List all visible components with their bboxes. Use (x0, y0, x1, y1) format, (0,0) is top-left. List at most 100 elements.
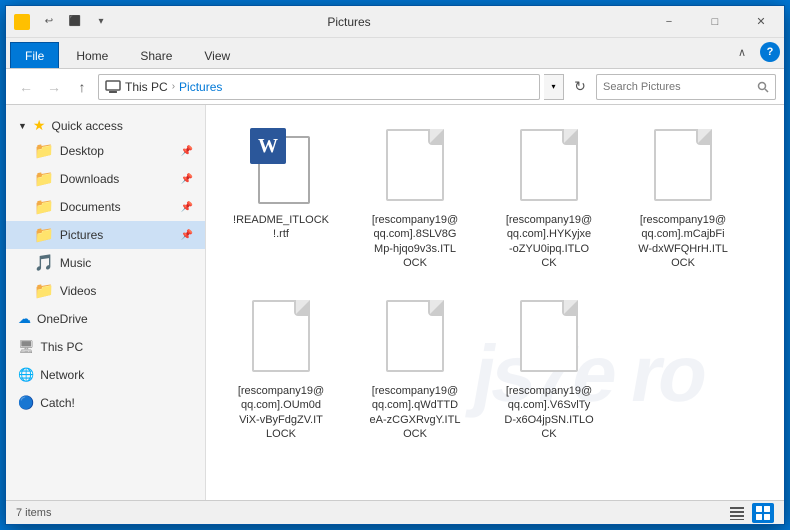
file-item-3[interactable]: [rescompany19@qq.com].mCajbFiW-dxWFQHrH.… (618, 115, 748, 276)
address-dropdown-button[interactable]: ▾ (544, 74, 564, 100)
file-item-5[interactable]: [rescompany19@qq.com].qWdTTDeA-zCGXRvgY.… (350, 286, 480, 447)
quick-access-label: Quick access (51, 119, 122, 133)
downloads-folder-icon: 📁 (34, 169, 54, 189)
file-label-5: [rescompany19@qq.com].qWdTTDeA-zCGXRvgY.… (370, 384, 461, 441)
pin-icon: 📌 (181, 146, 193, 157)
documents-folder-icon: 📁 (34, 197, 54, 217)
search-icon (757, 81, 769, 93)
folder-title-icon (14, 14, 30, 30)
file-label-1: [rescompany19@qq.com].8SLV8GMp-hjqo9v3s.… (372, 213, 458, 270)
file-label-2: [rescompany19@qq.com].HYKyjxe-oZYU0ipq.I… (506, 213, 592, 270)
sidebar-catch-label: Catch! (40, 396, 75, 410)
file-icon-3 (643, 121, 723, 209)
up-button[interactable]: ↑ (70, 75, 94, 99)
file-icon-5 (375, 292, 455, 380)
videos-folder-icon: 📁 (34, 281, 54, 301)
file-icon-1 (375, 121, 455, 209)
file-item-6[interactable]: [rescompany19@qq.com].V6SvlTyD-x6O4jpSN.… (484, 286, 614, 447)
file-icon-readme: W (241, 121, 321, 209)
sidebar-item-downloads[interactable]: 📁 Downloads 📌 (6, 165, 205, 193)
pictures-folder-icon: 📁 (34, 225, 54, 245)
sidebar-item-pictures[interactable]: 📁 Pictures 📌 (6, 221, 205, 249)
main-content: ▼ ★ Quick access 📁 Desktop 📌 📁 Downloads… (6, 105, 784, 500)
sidebar-network-label: Network (40, 368, 84, 382)
item-count-label: 7 items (16, 507, 51, 519)
catch-icon: 🔵 (18, 395, 34, 411)
window-title: Pictures (52, 15, 646, 29)
pin-icon-pictures: 📌 (181, 230, 193, 241)
sidebar-item-thispc[interactable]: 🖥 This PC (6, 333, 205, 361)
sidebar-onedrive-label: OneDrive (37, 312, 88, 326)
refresh-button[interactable]: ↻ (568, 75, 592, 99)
sidebar-item-catch[interactable]: 🔵 Catch! (6, 389, 205, 417)
breadcrumb-thispc[interactable]: This PC (125, 80, 168, 94)
breadcrumb-sep1: › (172, 81, 175, 92)
sidebar: ▼ ★ Quick access 📁 Desktop 📌 📁 Downloads… (6, 105, 206, 500)
file-grid: W !README_ITLOCK!.rtf [rescompany19@qq.c… (216, 115, 774, 447)
back-button[interactable]: ← (14, 75, 38, 99)
file-label-readme: !README_ITLOCK!.rtf (233, 213, 329, 242)
sidebar-quick-access-header[interactable]: ▼ ★ Quick access (6, 111, 205, 137)
sidebar-downloads-label: Downloads (60, 172, 119, 186)
word-badge-icon: W (250, 128, 286, 164)
sidebar-item-documents[interactable]: 📁 Documents 📌 (6, 193, 205, 221)
list-view-button[interactable] (726, 503, 748, 523)
minimize-button[interactable]: − (646, 6, 692, 38)
tab-file[interactable]: File (10, 42, 59, 68)
file-item-readme[interactable]: W !README_ITLOCK!.rtf (216, 115, 346, 276)
file-label-6: [rescompany19@qq.com].V6SvlTyD-x6O4jpSN.… (504, 384, 593, 441)
sidebar-item-network[interactable]: 🌐 Network (6, 361, 205, 389)
search-box[interactable] (596, 74, 776, 100)
maximize-button[interactable]: □ (692, 6, 738, 38)
network-icon: 🌐 (18, 367, 34, 383)
file-item-1[interactable]: [rescompany19@qq.com].8SLV8GMp-hjqo9v3s.… (350, 115, 480, 276)
pin-icon-documents: 📌 (181, 202, 193, 213)
star-icon: ★ (33, 117, 46, 134)
desktop-folder-icon: 📁 (34, 141, 54, 161)
sidebar-thispc-label: This PC (41, 340, 84, 354)
computer-icon (105, 80, 121, 94)
sidebar-videos-label: Videos (60, 284, 96, 298)
sidebar-item-desktop[interactable]: 📁 Desktop 📌 (6, 137, 205, 165)
file-icon-6 (509, 292, 589, 380)
file-area: js7e ro W !README_ITLOCK!.rtf (206, 105, 784, 500)
ribbon-collapse-button[interactable]: ∧ (730, 40, 754, 64)
sidebar-item-videos[interactable]: 📁 Videos (6, 277, 205, 305)
search-input[interactable] (603, 81, 753, 93)
sidebar-desktop-label: Desktop (60, 144, 104, 158)
onedrive-icon: ☁ (18, 311, 31, 327)
thispc-icon: 🖥 (18, 339, 35, 355)
file-label-4: [rescompany19@qq.com].OUm0dViX-vByFdgZV.… (238, 384, 324, 441)
sidebar-item-onedrive[interactable]: ☁ OneDrive (6, 305, 205, 333)
view-controls (726, 503, 774, 523)
close-button[interactable]: ✕ (738, 6, 784, 38)
file-item-4[interactable]: [rescompany19@qq.com].OUm0dViX-vByFdgZV.… (216, 286, 346, 447)
sidebar-music-label: Music (60, 256, 91, 270)
title-bar-icons (14, 14, 30, 30)
pin-icon-downloads: 📌 (181, 174, 193, 185)
sidebar-pictures-label: Pictures (60, 228, 103, 242)
ribbon-tabs: File Home Share View ∧ ? (6, 38, 784, 68)
status-bar: 7 items (6, 500, 784, 524)
forward-button[interactable]: → (42, 75, 66, 99)
large-icons-view-button[interactable] (752, 503, 774, 523)
address-bar: ← → ↑ This PC › Pictures ▾ ↻ (6, 69, 784, 105)
file-label-3: [rescompany19@qq.com].mCajbFiW-dxWFQHrH.… (638, 213, 728, 270)
sidebar-item-music[interactable]: 🎵 Music (6, 249, 205, 277)
tab-view[interactable]: View (189, 42, 245, 68)
file-icon-4 (241, 292, 321, 380)
file-item-2[interactable]: [rescompany19@qq.com].HYKyjxe-oZYU0ipq.I… (484, 115, 614, 276)
help-button[interactable]: ? (760, 42, 780, 62)
title-bar: ↩ ⬛ ▾ Pictures − □ ✕ (6, 6, 784, 38)
tab-home[interactable]: Home (61, 42, 123, 68)
window-controls: − □ ✕ (646, 6, 784, 38)
explorer-window: ↩ ⬛ ▾ Pictures − □ ✕ File Home Share Vie… (5, 5, 785, 525)
music-folder-icon: 🎵 (34, 253, 54, 273)
tab-share[interactable]: Share (125, 42, 187, 68)
chevron-down-icon: ▼ (18, 121, 27, 131)
file-icon-2 (509, 121, 589, 209)
breadcrumb-pictures[interactable]: Pictures (179, 80, 222, 94)
sidebar-documents-label: Documents (60, 200, 121, 214)
breadcrumb[interactable]: This PC › Pictures (98, 74, 540, 100)
ribbon: File Home Share View ∧ ? (6, 38, 784, 69)
